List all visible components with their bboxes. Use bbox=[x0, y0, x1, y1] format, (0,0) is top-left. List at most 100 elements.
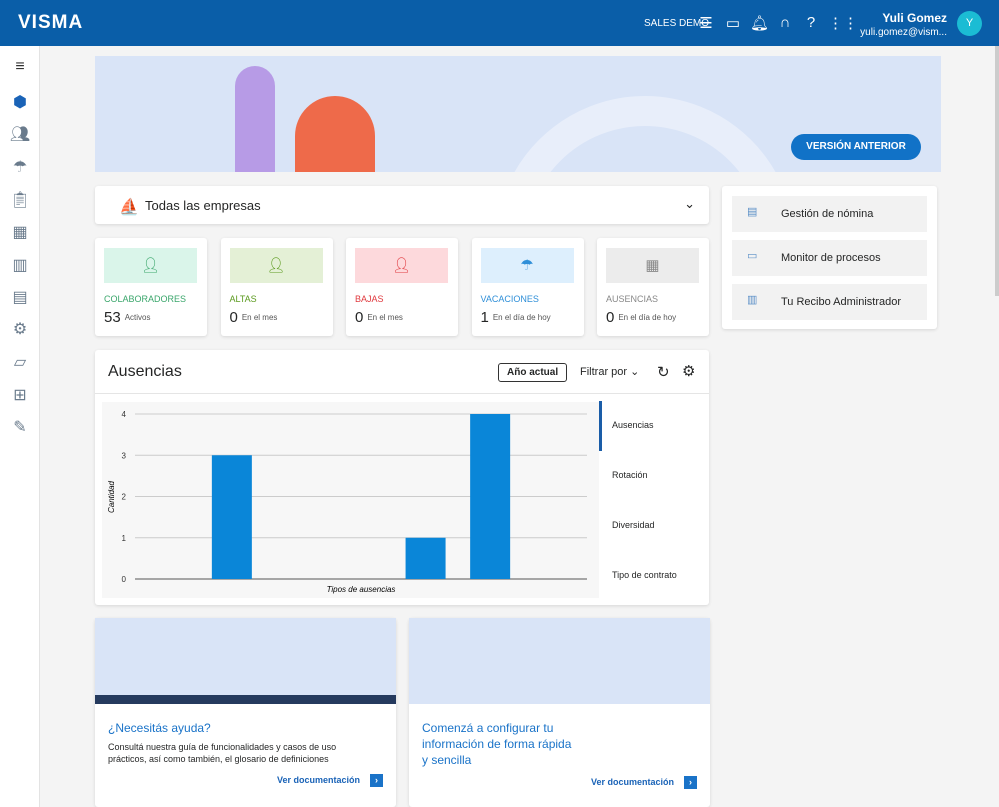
y-tick-label: 4 bbox=[122, 410, 127, 419]
absences-panel: Ausencias Año actual Filtrar por ⌄ ↻ ⚙ 0… bbox=[95, 350, 709, 605]
tab-absences[interactable]: Ausencias bbox=[612, 420, 654, 430]
gear-icon[interactable]: ⚙ bbox=[9, 319, 31, 341]
chevron-down-icon: ⌄ bbox=[684, 196, 695, 211]
absences-title: Ausencias bbox=[108, 363, 182, 380]
stat-card-altas[interactable]: 👤︎ ALTAS 0 En el mes bbox=[220, 238, 333, 336]
x-axis-label: Tipos de ausencias bbox=[327, 585, 396, 594]
tab-rotation[interactable]: Rotación bbox=[612, 470, 648, 480]
stat-sub: En el día de hoy bbox=[492, 313, 551, 322]
help-text: Consultá nuestra guía de funcionalidades… bbox=[108, 742, 337, 764]
stat-card-vacaciones[interactable]: ☂ VACACIONES 1 En el día de hoy bbox=[471, 238, 584, 336]
link-label: Ver documentación bbox=[277, 774, 361, 785]
y-tick-label: 1 bbox=[122, 534, 127, 543]
previous-version-button[interactable]: VERSIÓN ANTERIOR bbox=[791, 134, 921, 160]
company-selector[interactable]: ⛵ Todas las empresas ⌄ bbox=[95, 186, 709, 224]
quick-link-process-monitor[interactable]: ▭ Monitor de procesos bbox=[732, 240, 927, 276]
y-tick-label: 3 bbox=[122, 451, 127, 460]
calendar-grid-icon[interactable]: ▦ bbox=[9, 222, 31, 244]
logo-text: VISMA bbox=[18, 12, 84, 33]
stat-number: 0 bbox=[229, 309, 238, 326]
chart-background bbox=[102, 402, 599, 598]
user-add-icon: 👤︎ bbox=[229, 248, 323, 283]
user-email: yuli.gomez@vism... bbox=[860, 27, 947, 38]
quick-link-receipt[interactable]: ▥ Tu Recibo Administrador bbox=[732, 284, 927, 320]
stat-sub: Activos bbox=[124, 313, 151, 322]
stat-label: COLABORADORES bbox=[104, 294, 187, 304]
arrow-right-icon: › bbox=[684, 776, 698, 789]
stat-value: 0 En el mes bbox=[355, 309, 403, 326]
active-tab-indicator bbox=[599, 401, 602, 451]
setup-illustration bbox=[409, 618, 710, 704]
folders-icon[interactable]: ▱ bbox=[9, 352, 31, 374]
setup-card: Comenzá a configurar tu información de f… bbox=[409, 618, 710, 807]
tab-diversity[interactable]: Diversidad bbox=[612, 520, 655, 530]
help-icon[interactable]: ? bbox=[802, 14, 820, 31]
company-selector-value: Todas las empresas bbox=[145, 198, 261, 213]
menu-icon[interactable]: ≡ bbox=[9, 58, 31, 80]
clipboard-icon[interactable]: 📋︎ bbox=[9, 190, 31, 212]
absences-chart: 0 1 2 3 4 Tipos de ausencias Cantidad bbox=[102, 402, 599, 598]
database-icon[interactable]: ☰ bbox=[697, 14, 715, 32]
payroll-icon: ▤ bbox=[747, 206, 758, 218]
monitor-icon: ▭ bbox=[747, 250, 758, 262]
top-bar: VISMA SALES DEMO ☰ ▭ 🔔︎ ∩ ? ⋮⋮ Yuli Gome… bbox=[0, 0, 999, 46]
bar[interactable] bbox=[470, 414, 511, 579]
y-tick-label: 0 bbox=[122, 575, 127, 584]
org-chart-icon[interactable]: ⊞ bbox=[9, 385, 31, 407]
stat-sub: En el mes bbox=[241, 313, 278, 322]
document-icon[interactable]: ▤ bbox=[9, 287, 31, 309]
setup-title: Comenzá a configurar tu información de f… bbox=[422, 721, 572, 767]
bell-icon[interactable]: 🔔︎ bbox=[750, 14, 769, 32]
help-title: ¿Necesitás ayuda? bbox=[108, 721, 211, 735]
refresh-icon[interactable]: ↻ bbox=[657, 363, 670, 381]
view-docs-link[interactable]: Ver documentación › bbox=[277, 774, 384, 787]
user-name[interactable]: Yuli Gomez bbox=[882, 11, 947, 25]
stat-card-ausencias[interactable]: ▦ AUSENCIAS 0 En el día de hoy bbox=[597, 238, 709, 336]
signature-icon[interactable]: ✎ bbox=[9, 417, 31, 439]
stat-sub: En el mes bbox=[367, 313, 403, 322]
banner-arc-decoration bbox=[495, 96, 795, 172]
settings-gear-icon[interactable]: ⚙ bbox=[682, 362, 695, 380]
quick-link-label: Gestión de nómina bbox=[781, 208, 874, 220]
divider bbox=[95, 393, 709, 394]
headset-icon[interactable]: ∩ bbox=[776, 14, 794, 31]
link-label: Ver documentación bbox=[591, 776, 675, 787]
avatar[interactable]: Y bbox=[957, 11, 982, 36]
y-axis-label: Cantidad bbox=[107, 480, 116, 513]
stat-card-bajas[interactable]: 👤︎ BAJAS 0 En el mes bbox=[346, 238, 458, 336]
filter-dropdown[interactable]: Filtrar por ⌄ bbox=[580, 365, 639, 378]
quick-link-label: Tu Recibo Administrador bbox=[781, 296, 902, 308]
beach-icon[interactable]: ☂ bbox=[9, 157, 31, 179]
users-check-icon: 👤︎ bbox=[104, 248, 197, 283]
apps-grid-icon[interactable]: ⋮⋮ bbox=[828, 14, 858, 32]
stat-number: 0 bbox=[355, 309, 364, 326]
sidebar: ≡ ⬢ 👥︎ ☂ 📋︎ ▦ ▥ ▤ ⚙ ▱ ⊞ ✎ bbox=[0, 46, 40, 807]
current-year-button[interactable]: Año actual bbox=[498, 363, 568, 382]
scrollbar[interactable] bbox=[995, 46, 999, 296]
quick-link-payroll[interactable]: ▤ Gestión de nómina bbox=[732, 196, 927, 232]
stat-value: 0 En el día de hoy bbox=[606, 309, 676, 326]
stat-value: 0 En el mes bbox=[229, 309, 278, 326]
people-icon[interactable]: 👥︎ bbox=[9, 124, 31, 146]
visma-logo[interactable]: VISMA bbox=[18, 12, 83, 34]
help-illustration bbox=[95, 618, 396, 704]
building-icon[interactable]: ▥ bbox=[9, 255, 31, 277]
woman-illustration bbox=[235, 66, 275, 172]
stat-label: ALTAS bbox=[229, 294, 257, 304]
stat-label: BAJAS bbox=[355, 294, 384, 304]
view-docs-link[interactable]: Ver documentación › bbox=[591, 776, 698, 789]
tab-contract-type[interactable]: Tipo de contrato bbox=[612, 570, 677, 580]
filter-label: Filtrar por bbox=[580, 366, 628, 378]
bar[interactable] bbox=[405, 537, 446, 579]
bar[interactable] bbox=[211, 455, 252, 579]
quick-link-label: Monitor de procesos bbox=[781, 252, 881, 264]
stat-number: 0 bbox=[606, 309, 615, 326]
home-icon[interactable]: ⬢ bbox=[9, 92, 31, 114]
stat-label: VACACIONES bbox=[480, 294, 539, 304]
monitor-icon[interactable]: ▭ bbox=[724, 14, 742, 32]
stat-card-colaboradores[interactable]: 👤︎ COLABORADORES 53 Activos bbox=[95, 238, 207, 336]
calendar-icon: ▦ bbox=[606, 248, 699, 283]
beach-icon: ☂ bbox=[480, 248, 574, 283]
quick-links: ▤ Gestión de nómina ▭ Monitor de procesos … bbox=[722, 186, 937, 329]
stat-value: 53 Activos bbox=[104, 309, 150, 326]
